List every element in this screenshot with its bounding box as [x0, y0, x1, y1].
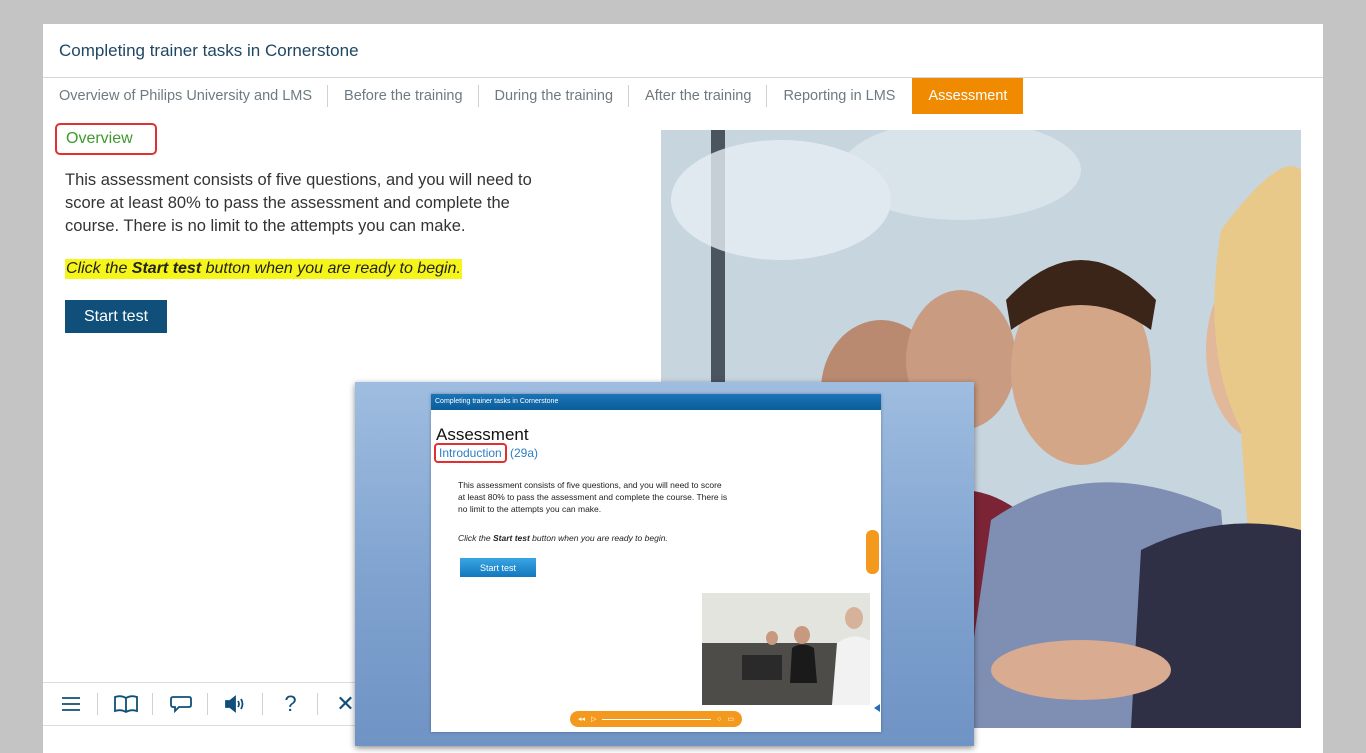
tab-before-training[interactable]: Before the training [328, 78, 479, 114]
course-nav: Overview of Philips University and LMS B… [43, 78, 1024, 114]
thumbnail-instruction-prefix: Click the [458, 533, 493, 543]
book-icon [113, 695, 138, 713]
thumbnail-start-test-button: Start test [460, 558, 536, 577]
thumbnail-subheading: Introduction [434, 443, 507, 463]
close-icon: ✕ [336, 691, 355, 716]
thumbnail-side-tab [866, 530, 879, 574]
thumbnail-slide-code: (29a) [510, 446, 539, 460]
course-header: Completing trainer tasks in Cornerstone [43, 24, 1323, 78]
help-button[interactable]: ? [263, 683, 318, 725]
thumbnail-play-icon: ▷ [591, 716, 597, 723]
help-icon: ? [284, 691, 297, 716]
menu-icon [61, 697, 80, 711]
thumbnail-title-bar: Completing trainer tasks in Cornerstone [431, 394, 881, 410]
section-label: Overview [55, 123, 157, 155]
thumbnail-instruction: Click the Start test button when you are… [458, 533, 668, 543]
thumbnail-classroom-photo [702, 593, 870, 705]
player-toolbar: ? ✕ [43, 682, 373, 726]
resources-button[interactable] [98, 683, 153, 725]
comment-icon [169, 696, 192, 713]
thumbnail-player-bar: ◂◂ ▷ ○ ▭ [570, 711, 742, 727]
instruction-prefix: Click the [66, 260, 132, 277]
thumbnail-instruction-suffix: button when you are ready to begin. [529, 533, 668, 543]
audio-button[interactable] [208, 683, 263, 725]
thumbnail-progress-track [602, 718, 712, 720]
thumbnail-rewind-icon: ◂◂ [578, 716, 586, 723]
thumbnail-instruction-emphasis: Start test [492, 533, 530, 543]
start-test-button[interactable]: Start test [65, 300, 167, 333]
thumbnail-circle-icon: ○ [717, 715, 722, 723]
menu-button[interactable] [43, 683, 98, 725]
thumbnail-classroom-art [702, 593, 870, 705]
instruction-emphasis: Start test [131, 260, 202, 277]
thumbnail-caption-icon: ▭ [727, 716, 734, 723]
assessment-description: This assessment consists of five questio… [65, 171, 532, 235]
volume-icon [224, 695, 243, 713]
course-title: Completing trainer tasks in Cornerstone [59, 41, 359, 60]
start-instruction: Click the Start test button when you are… [65, 259, 462, 279]
thumbnail-arrow-icon [874, 704, 880, 712]
old-version-thumbnail: Completing trainer tasks in Cornerstone … [355, 382, 974, 746]
tab-during-training[interactable]: During the training [479, 78, 630, 114]
thumbnail-heading: Assessment [436, 425, 529, 444]
thumbnail-slide: Completing trainer tasks in Cornerstone … [431, 394, 881, 732]
instruction-suffix: button when you are ready to begin. [201, 260, 461, 277]
tab-assessment[interactable]: Assessment [912, 78, 1024, 114]
tab-overview-university[interactable]: Overview of Philips University and LMS [43, 78, 329, 114]
comments-button[interactable] [153, 683, 208, 725]
thumbnail-description: This assessment consists of five questio… [458, 480, 728, 514]
tab-after-training[interactable]: After the training [629, 78, 768, 114]
tab-reporting-lms[interactable]: Reporting in LMS [767, 78, 911, 114]
